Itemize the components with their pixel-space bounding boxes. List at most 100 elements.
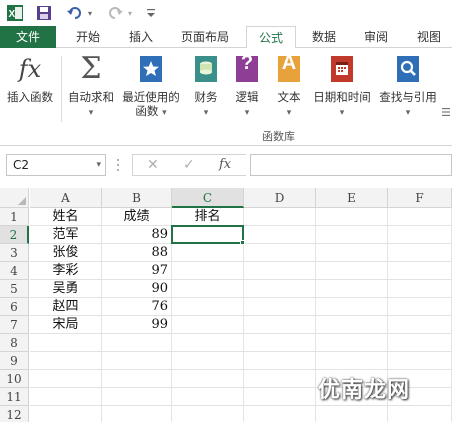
row-header-6[interactable]: 6 xyxy=(0,298,29,316)
cell-e5[interactable] xyxy=(316,280,388,298)
cell-d3[interactable] xyxy=(244,244,316,262)
tab-home[interactable]: 开始 xyxy=(62,26,114,48)
tab-formulas[interactable]: 公式 xyxy=(246,26,296,49)
cell-c6[interactable] xyxy=(172,298,244,316)
column-header-f[interactable]: F xyxy=(388,188,452,208)
enter-icon[interactable]: ✓ xyxy=(183,157,195,173)
customize-icon[interactable] xyxy=(146,4,156,22)
cell-f4[interactable] xyxy=(388,262,452,280)
cell-e7[interactable] xyxy=(316,316,388,334)
undo-dropdown-icon[interactable]: ▾ xyxy=(88,4,92,22)
formula-bar-grip-icon[interactable] xyxy=(116,158,120,172)
cell-a10[interactable] xyxy=(30,370,102,388)
cell-a7[interactable]: 宋局 xyxy=(30,316,102,334)
recently-used-button[interactable]: 最近使用的 函数 ▾ xyxy=(118,54,184,120)
cell-f8[interactable] xyxy=(388,334,452,352)
fill-handle[interactable] xyxy=(240,240,245,245)
cell-d11[interactable] xyxy=(244,388,316,406)
cell-c12[interactable] xyxy=(172,406,244,422)
cell-c11[interactable] xyxy=(172,388,244,406)
formula-input[interactable] xyxy=(250,154,452,176)
cell-b12[interactable] xyxy=(102,406,172,422)
tab-file[interactable]: 文件 xyxy=(0,26,56,48)
redo-icon[interactable] xyxy=(106,4,124,22)
cancel-icon[interactable]: ✕ xyxy=(147,157,159,173)
cell-e4[interactable] xyxy=(316,262,388,280)
cell-b4[interactable]: 97 xyxy=(102,262,172,280)
cell-c3[interactable] xyxy=(172,244,244,262)
tab-insert[interactable]: 插入 xyxy=(116,26,166,48)
tab-review[interactable]: 审阅 xyxy=(352,26,400,48)
row-header-11[interactable]: 11 xyxy=(0,388,29,406)
cell-d8[interactable] xyxy=(244,334,316,352)
column-header-b[interactable]: B xyxy=(102,188,172,208)
cell-c8[interactable] xyxy=(172,334,244,352)
row-header-2[interactable]: 2 xyxy=(0,226,29,244)
name-box[interactable]: C2 ▾ xyxy=(6,154,106,176)
autosum-button[interactable]: Σ 自动求和 ▾ xyxy=(64,54,118,120)
cell-b2[interactable]: 89 xyxy=(102,226,172,244)
cell-e6[interactable] xyxy=(316,298,388,316)
cell-d5[interactable] xyxy=(244,280,316,298)
cell-d4[interactable] xyxy=(244,262,316,280)
cell-a12[interactable] xyxy=(30,406,102,422)
row-header-10[interactable]: 10 xyxy=(0,370,29,388)
cell-f3[interactable] xyxy=(388,244,452,262)
cell-e9[interactable] xyxy=(316,352,388,370)
row-header-7[interactable]: 7 xyxy=(0,316,29,334)
insert-function-button[interactable]: fx 插入函数 xyxy=(2,54,58,104)
column-header-c[interactable]: C xyxy=(172,188,244,208)
cell-d10[interactable] xyxy=(244,370,316,388)
cell-d12[interactable] xyxy=(244,406,316,422)
row-header-12[interactable]: 12 xyxy=(0,406,29,422)
cell-f7[interactable] xyxy=(388,316,452,334)
cell-f6[interactable] xyxy=(388,298,452,316)
financial-button[interactable]: 财务 ▾ xyxy=(186,54,226,120)
logical-button[interactable]: ? 逻辑 ▾ xyxy=(228,53,266,120)
cell-b9[interactable] xyxy=(102,352,172,370)
datetime-button[interactable]: 日期和时间 ▾ xyxy=(310,54,374,120)
row-header-1[interactable]: 1 xyxy=(0,208,29,226)
cell-c9[interactable] xyxy=(172,352,244,370)
tab-data[interactable]: 数据 xyxy=(300,26,348,48)
cell-a11[interactable] xyxy=(30,388,102,406)
row-header-4[interactable]: 4 xyxy=(0,262,29,280)
save-icon[interactable] xyxy=(36,4,52,22)
insert-function-icon[interactable]: fx xyxy=(219,157,231,172)
cell-a4[interactable]: 李彩 xyxy=(30,262,102,280)
cell-d9[interactable] xyxy=(244,352,316,370)
cell-a2[interactable]: 范军 xyxy=(30,226,102,244)
column-header-d[interactable]: D xyxy=(244,188,316,208)
cell-c5[interactable] xyxy=(172,280,244,298)
cell-e3[interactable] xyxy=(316,244,388,262)
cell-c10[interactable] xyxy=(172,370,244,388)
cell-a1[interactable]: 姓名 xyxy=(30,208,102,226)
cell-f1[interactable] xyxy=(388,208,452,226)
cell-b7[interactable]: 99 xyxy=(102,316,172,334)
row-header-3[interactable]: 3 xyxy=(0,244,29,262)
cell-f12[interactable] xyxy=(388,406,452,422)
cell-b10[interactable] xyxy=(102,370,172,388)
cell-c7[interactable] xyxy=(172,316,244,334)
cell-b1[interactable]: 成绩 xyxy=(102,208,172,226)
row-header-5[interactable]: 5 xyxy=(0,280,29,298)
redo-dropdown-icon[interactable]: ▾ xyxy=(128,4,132,22)
column-header-a[interactable]: A xyxy=(30,188,102,208)
more-functions-icon[interactable] xyxy=(442,106,450,120)
cell-b11[interactable] xyxy=(102,388,172,406)
row-header-8[interactable]: 8 xyxy=(0,334,29,352)
select-all-corner[interactable] xyxy=(0,188,29,208)
cell-b6[interactable]: 76 xyxy=(102,298,172,316)
column-header-e[interactable]: E xyxy=(316,188,388,208)
tab-view[interactable]: 视图 xyxy=(406,26,452,48)
cell-c4[interactable] xyxy=(172,262,244,280)
cell-a6[interactable]: 赵四 xyxy=(30,298,102,316)
undo-icon[interactable] xyxy=(66,4,84,22)
cell-f9[interactable] xyxy=(388,352,452,370)
cell-d2[interactable] xyxy=(244,226,316,244)
cell-b3[interactable]: 88 xyxy=(102,244,172,262)
lookup-reference-button[interactable]: 查找与引用 ▾ xyxy=(376,54,440,120)
cell-b8[interactable] xyxy=(102,334,172,352)
cell-a3[interactable]: 张俊 xyxy=(30,244,102,262)
cell-f5[interactable] xyxy=(388,280,452,298)
